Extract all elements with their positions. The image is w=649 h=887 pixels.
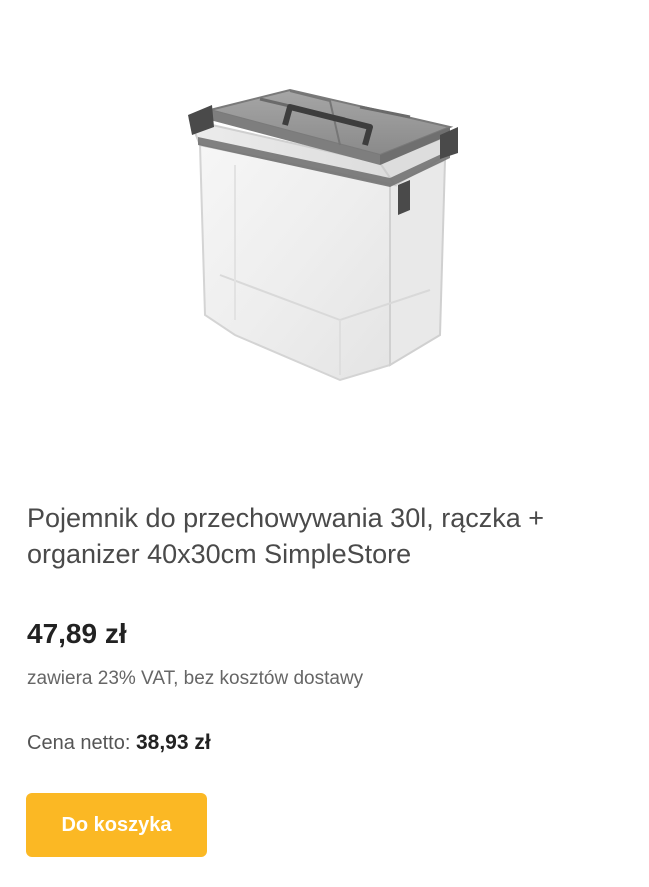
net-price-row: Cena netto: 38,93 zł bbox=[27, 731, 211, 755]
storage-box-illustration bbox=[188, 88, 458, 382]
product-price: 47,89 zł bbox=[27, 618, 127, 649]
add-to-cart-button[interactable]: Do koszyka bbox=[26, 793, 207, 857]
net-price-value: 38,93 zł bbox=[135, 731, 211, 754]
product-title[interactable]: Pojemnik do przechowywania 30l, rączka +… bbox=[27, 500, 627, 572]
vat-note: zawiera 23% VAT, bez kosztów dostawy bbox=[27, 668, 364, 689]
product-card: Pojemnik do przechowywania 30l, rączka +… bbox=[0, 0, 649, 887]
product-image[interactable] bbox=[140, 35, 510, 445]
net-price-label: Cena netto: bbox=[27, 732, 136, 754]
